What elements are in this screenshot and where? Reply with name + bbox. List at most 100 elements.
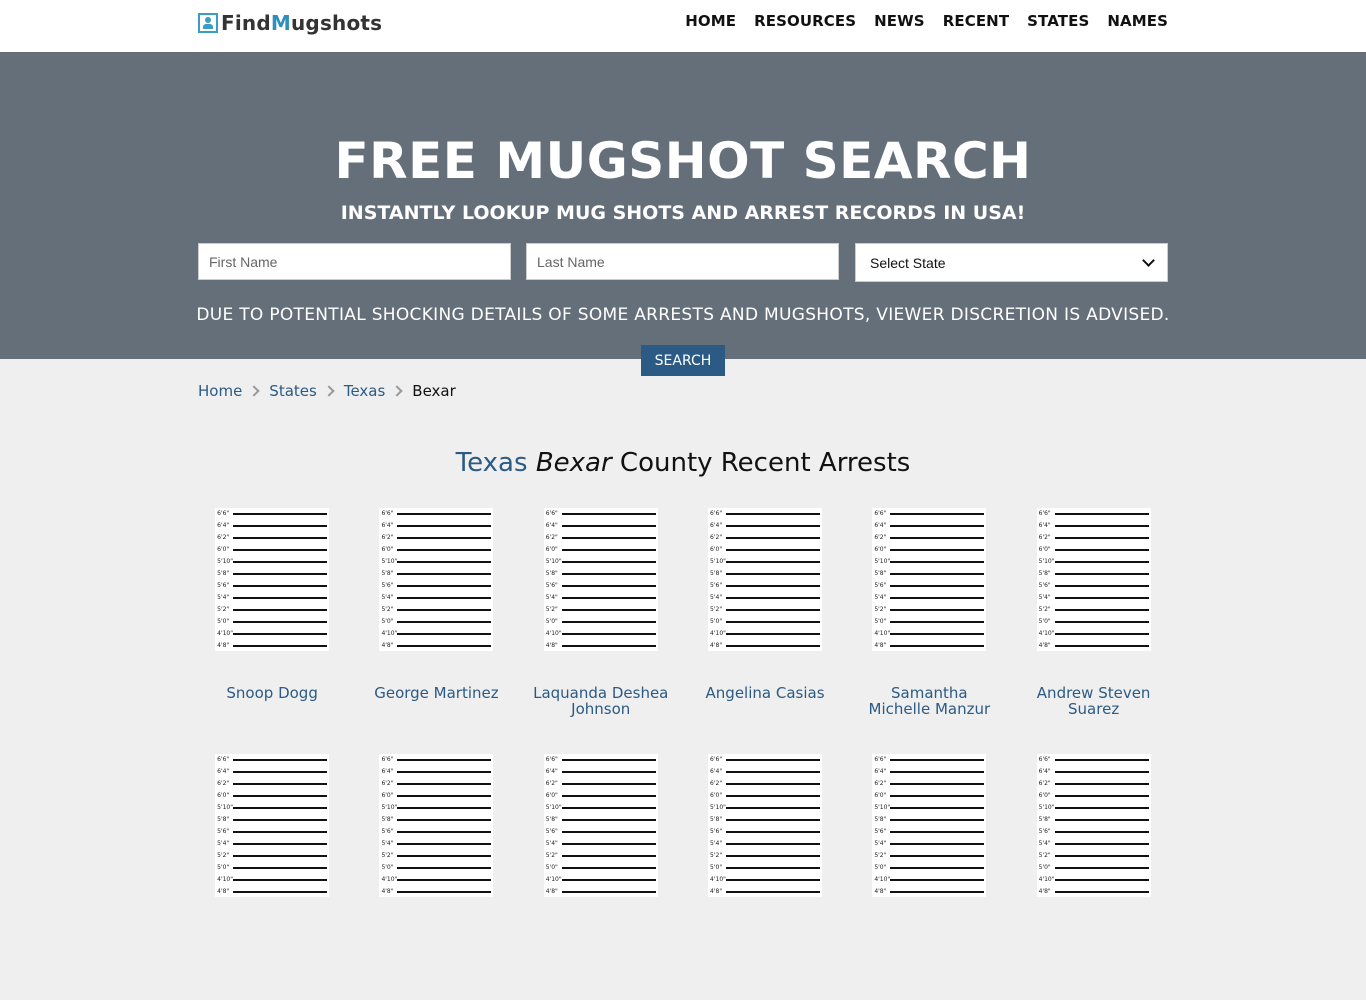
breadcrumb-home[interactable]: Home xyxy=(198,382,242,400)
arrest-name-link[interactable]: Snoop Dogg xyxy=(202,685,342,701)
height-chart-line xyxy=(561,819,656,821)
height-chart-label: 6'6" xyxy=(545,756,558,763)
height-chart-label: 4'8" xyxy=(217,888,230,895)
height-chart-label: 5'6" xyxy=(874,828,887,835)
height-chart-line xyxy=(397,645,492,647)
logo-text-right: ugshots xyxy=(290,11,383,35)
height-chart-label: 5'2" xyxy=(217,852,230,859)
height-chart-label: 5'8" xyxy=(545,570,558,577)
arrest-name-link[interactable]: George Martinez xyxy=(366,685,506,701)
mugshot-placeholder-image[interactable]: 6'6" 6'4" 6'2" 6'0" 5'10" 5'8" 5'6" 5'4" 5'2" 5'0… xyxy=(1036,754,1151,897)
height-chart-label: 5'8" xyxy=(381,570,394,577)
height-chart-line xyxy=(1054,573,1149,575)
hero-subtitle: INSTANTLY LOOKUP MUG SHOTS AND ARREST RE… xyxy=(340,202,1026,224)
height-chart-label: 4'10" xyxy=(381,630,398,637)
height-chart-line xyxy=(1054,609,1149,611)
mugshot-placeholder-image[interactable]: 6'6" 6'4" 6'2" 6'0" 5'10" 5'8" 5'6" 5'4" 5'2" 5'0… xyxy=(1036,508,1151,651)
arrest-name-link[interactable]: Laquanda Deshea Johnson xyxy=(531,685,671,717)
arrest-card[interactable]: 6'6" 6'4" 6'2" 6'0" 5'10" 5'8" 5'6" 5'4" 5'2" 5'0… xyxy=(190,508,354,754)
height-chart-label: 4'10" xyxy=(1038,876,1055,883)
arrest-card[interactable]: 6'6" 6'4" 6'2" 6'0" 5'10" 5'8" 5'6" 5'4" 5'2" 5'0… xyxy=(1011,754,1175,1000)
arrest-name-link[interactable]: Andrew Steven Suarez xyxy=(1024,685,1164,717)
height-chart-line xyxy=(397,795,492,797)
height-chart-line xyxy=(890,609,985,611)
arrest-card[interactable]: 6'6" 6'4" 6'2" 6'0" 5'10" 5'8" 5'6" 5'4" 5'2" 5'0… xyxy=(1011,508,1175,754)
mugshot-placeholder-image[interactable]: 6'6" 6'4" 6'2" 6'0" 5'10" 5'8" 5'6" 5'4" 5'2" 5'0… xyxy=(215,754,330,897)
height-chart-label: 5'6" xyxy=(217,582,230,589)
height-chart-line xyxy=(890,855,985,857)
arrest-card[interactable]: 6'6" 6'4" 6'2" 6'0" 5'10" 5'8" 5'6" 5'4" 5'2" 5'0… xyxy=(354,754,518,1000)
nav-news[interactable]: NEWS xyxy=(874,12,925,30)
arrest-card[interactable]: 6'6" 6'4" 6'2" 6'0" 5'10" 5'8" 5'6" 5'4" 5'2" 5'0… xyxy=(354,508,518,754)
mugshot-placeholder-image[interactable]: 6'6" 6'4" 6'2" 6'0" 5'10" 5'8" 5'6" 5'4" 5'2" 5'0… xyxy=(708,754,823,897)
height-chart-label: 6'4" xyxy=(217,522,230,529)
arrest-name-link[interactable]: Angelina Casias xyxy=(695,685,835,701)
height-chart-line xyxy=(561,795,656,797)
breadcrumb-state[interactable]: Texas xyxy=(344,382,385,400)
height-chart-label: 5'2" xyxy=(381,606,394,613)
height-chart-line xyxy=(233,621,328,623)
height-chart-label: 5'10" xyxy=(545,804,562,811)
mugshot-placeholder-image[interactable]: 6'6" 6'4" 6'2" 6'0" 5'10" 5'8" 5'6" 5'4" 5'2" 5'0… xyxy=(872,508,987,651)
search-button[interactable]: SEARCH xyxy=(641,345,725,376)
height-chart-label: 5'0" xyxy=(710,618,723,625)
height-chart-line xyxy=(1054,561,1149,563)
height-chart-line xyxy=(397,513,492,515)
height-chart-line xyxy=(397,573,492,575)
arrest-card[interactable]: 6'6" 6'4" 6'2" 6'0" 5'10" 5'8" 5'6" 5'4" 5'2" 5'0… xyxy=(683,754,847,1000)
height-chart-label: 5'4" xyxy=(217,840,230,847)
nav-states[interactable]: STATES xyxy=(1027,12,1089,30)
height-chart-label: 6'4" xyxy=(1038,522,1051,529)
first-name-input[interactable] xyxy=(198,243,511,280)
arrest-card[interactable]: 6'6" 6'4" 6'2" 6'0" 5'10" 5'8" 5'6" 5'4" 5'2" 5'0… xyxy=(519,508,683,754)
nav-home[interactable]: HOME xyxy=(685,12,736,30)
last-name-input[interactable] xyxy=(526,243,839,280)
height-chart-line xyxy=(561,525,656,527)
arrest-card[interactable]: 6'6" 6'4" 6'2" 6'0" 5'10" 5'8" 5'6" 5'4" 5'2" 5'0… xyxy=(519,754,683,1000)
hero-search: FREE MUGSHOT SEARCH INSTANTLY LOOKUP MUG… xyxy=(0,52,1366,376)
height-chart-line xyxy=(233,645,328,647)
height-chart-label: 6'2" xyxy=(1038,780,1051,787)
height-chart-line xyxy=(1054,513,1149,515)
arrest-card[interactable]: 6'6" 6'4" 6'2" 6'0" 5'10" 5'8" 5'6" 5'4" 5'2" 5'0… xyxy=(847,754,1011,1000)
mugshot-placeholder-image[interactable]: 6'6" 6'4" 6'2" 6'0" 5'10" 5'8" 5'6" 5'4" 5'2" 5'0… xyxy=(543,508,658,651)
nav-resources[interactable]: RESOURCES xyxy=(754,12,856,30)
arrest-card[interactable]: 6'6" 6'4" 6'2" 6'0" 5'10" 5'8" 5'6" 5'4" 5'2" 5'0… xyxy=(683,508,847,754)
mugshot-placeholder-image[interactable]: 6'6" 6'4" 6'2" 6'0" 5'10" 5'8" 5'6" 5'4" 5'2" 5'0… xyxy=(872,754,987,897)
height-chart-label: 4'10" xyxy=(217,876,234,883)
height-chart-label: 4'10" xyxy=(217,630,234,637)
height-chart-line xyxy=(890,633,985,635)
height-chart-label: 5'10" xyxy=(217,804,234,811)
nav-names[interactable]: NAMES xyxy=(1107,12,1168,30)
chevron-right-icon xyxy=(391,385,403,397)
height-chart-label: 5'6" xyxy=(545,582,558,589)
mugshot-placeholder-image[interactable]: 6'6" 6'4" 6'2" 6'0" 5'10" 5'8" 5'6" 5'4" 5'2" 5'0… xyxy=(543,754,658,897)
site-logo[interactable]: FindMugshots xyxy=(198,11,382,35)
height-chart-line xyxy=(233,597,328,599)
height-chart-line xyxy=(397,855,492,857)
nav-recent[interactable]: RECENT xyxy=(943,12,1009,30)
breadcrumb: Home States Texas Bexar xyxy=(198,382,456,400)
mugshot-placeholder-image[interactable]: 6'6" 6'4" 6'2" 6'0" 5'10" 5'8" 5'6" 5'4" 5'2" 5'0… xyxy=(379,508,494,651)
height-chart-label: 5'10" xyxy=(1038,804,1055,811)
height-chart-line xyxy=(726,549,821,551)
arrest-card[interactable]: 6'6" 6'4" 6'2" 6'0" 5'10" 5'8" 5'6" 5'4" 5'2" 5'0… xyxy=(847,508,1011,754)
height-chart-label: 5'0" xyxy=(545,864,558,871)
arrest-card[interactable]: 6'6" 6'4" 6'2" 6'0" 5'10" 5'8" 5'6" 5'4" 5'2" 5'0… xyxy=(190,754,354,1000)
mugshot-placeholder-image[interactable]: 6'6" 6'4" 6'2" 6'0" 5'10" 5'8" 5'6" 5'4" 5'2" 5'0… xyxy=(215,508,330,651)
logo-text: FindMugshots xyxy=(221,11,382,35)
height-chart-line xyxy=(1054,585,1149,587)
mugshot-placeholder-image[interactable]: 6'6" 6'4" 6'2" 6'0" 5'10" 5'8" 5'6" 5'4" 5'2" 5'0… xyxy=(708,508,823,651)
height-chart-label: 4'8" xyxy=(874,888,887,895)
height-chart-label: 6'6" xyxy=(1038,510,1051,517)
mugshot-placeholder-image[interactable]: 6'6" 6'4" 6'2" 6'0" 5'10" 5'8" 5'6" 5'4" 5'2" 5'0… xyxy=(379,754,494,897)
height-chart-label: 5'2" xyxy=(381,852,394,859)
height-chart-line xyxy=(397,609,492,611)
height-chart-line xyxy=(397,891,492,893)
breadcrumb-states[interactable]: States xyxy=(269,382,317,400)
height-chart-line xyxy=(890,549,985,551)
height-chart-label: 4'10" xyxy=(874,876,891,883)
height-chart-label: 4'10" xyxy=(710,876,726,883)
arrest-name-link[interactable]: Samantha Michelle Manzur xyxy=(859,685,999,717)
state-select[interactable]: Select State xyxy=(855,243,1168,282)
